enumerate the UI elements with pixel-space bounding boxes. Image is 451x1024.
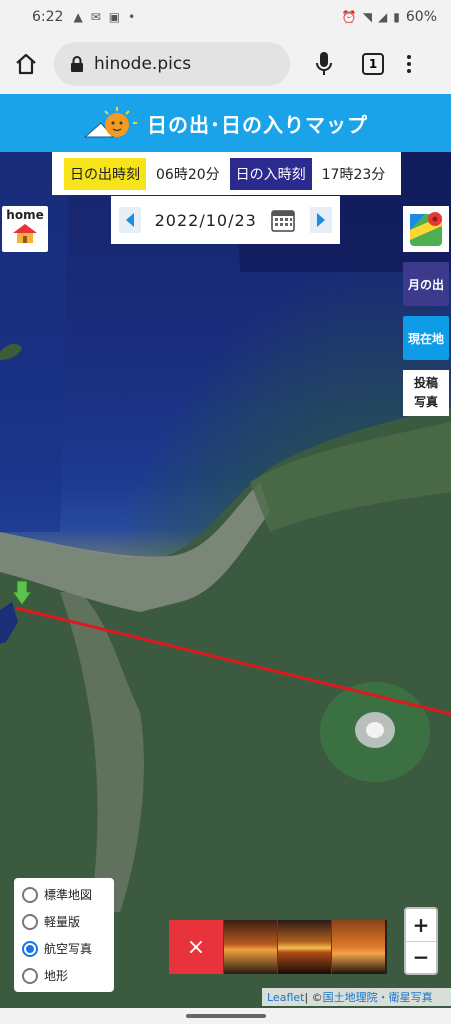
- menu-dot: [407, 69, 411, 73]
- location-marker-icon[interactable]: [12, 580, 32, 606]
- address-bar[interactable]: hinode.pics: [54, 42, 290, 86]
- post-photo-label-1: 投稿: [413, 375, 438, 390]
- gsi-link[interactable]: 国土地理院・衛星写真: [323, 989, 433, 1005]
- notification-icon: ▲: [73, 10, 83, 24]
- current-date[interactable]: 2022/10/23: [155, 211, 257, 230]
- radio-button[interactable]: [22, 913, 38, 930]
- layer-option-aerial[interactable]: 航空写真: [22, 940, 106, 957]
- home-label: home: [6, 208, 44, 222]
- signal-icon: ◢: [378, 10, 388, 24]
- menu-dot: [407, 62, 411, 66]
- browser-toolbar: hinode.pics 1: [0, 34, 451, 94]
- date-selector: 2022/10/23: [111, 196, 340, 244]
- post-photo-button[interactable]: 投稿 写真: [403, 370, 449, 416]
- dot-icon: •: [128, 10, 136, 24]
- browser-menu-button[interactable]: [406, 55, 412, 73]
- current-location-button[interactable]: 現在地: [403, 316, 449, 360]
- sunset-time: 17時23分: [321, 166, 386, 183]
- arrow-left-icon: [126, 213, 134, 227]
- layer-label: 標準地図: [44, 888, 93, 902]
- layer-option-light[interactable]: 軽量版: [22, 913, 106, 930]
- leaflet-link[interactable]: Leaflet: [267, 991, 304, 1004]
- site-title: 日の出･日の入りマップ: [147, 112, 368, 137]
- calendar-icon[interactable]: [270, 207, 296, 233]
- clock: 6:22: [32, 9, 64, 25]
- layer-label: 航空写真: [44, 942, 93, 956]
- photo-strip: ×: [169, 920, 387, 974]
- next-day-button[interactable]: [310, 207, 332, 233]
- photo-thumbnail[interactable]: [277, 920, 331, 974]
- lock-icon: [71, 56, 83, 72]
- radio-button[interactable]: [22, 967, 38, 984]
- house-icon: [13, 224, 37, 243]
- map-layer-selector: 標準地図 軽量版 航空写真 地形: [14, 878, 114, 992]
- map-attribution: Leaflet | © 国土地理院・衛星写真: [262, 988, 451, 1006]
- sunrise-time: 06時20分: [156, 166, 220, 183]
- site-home-button[interactable]: home: [2, 206, 48, 252]
- google-maps-button[interactable]: [403, 206, 449, 252]
- voice-search-button[interactable]: [312, 50, 336, 78]
- zoom-in-button[interactable]: +: [406, 909, 436, 942]
- menu-dot: [407, 55, 411, 59]
- wifi-icon: ◥: [362, 10, 373, 24]
- sun-times-bar: 日の出時刻 06時20分 日の入時刻 17時23分: [52, 152, 402, 195]
- radio-button-selected[interactable]: [22, 940, 38, 957]
- layer-option-terrain[interactable]: 地形: [22, 967, 106, 984]
- radio-button[interactable]: [22, 886, 38, 903]
- google-maps-icon: [410, 212, 442, 246]
- post-photo-label-2: 写真: [413, 395, 438, 409]
- battery-icon: ▮: [393, 10, 400, 24]
- system-icons: ⏰ ◥ ◢ ▮ 60%: [342, 9, 437, 25]
- sunrise-label: 日の出時刻: [64, 157, 146, 190]
- sunset-label: 日の入時刻: [229, 157, 312, 190]
- status-bar: 6:22 ▲ ✉ ▣ • ⏰ ◥ ◢ ▮ 60%: [0, 0, 451, 34]
- microphone-icon: [316, 52, 332, 75]
- layer-label: 地形: [44, 969, 69, 983]
- sun-mountain-logo-icon: [83, 107, 137, 138]
- mail-icon: ✉: [90, 10, 101, 24]
- browser-home-button[interactable]: [12, 50, 40, 78]
- zoom-control: + −: [404, 907, 438, 975]
- layer-label: 軽量版: [44, 915, 81, 929]
- photo-thumbnail[interactable]: [331, 920, 385, 974]
- close-photo-strip-button[interactable]: ×: [169, 920, 223, 974]
- system-nav-bar: [0, 1008, 451, 1024]
- moonrise-button[interactable]: 月の出: [403, 262, 449, 306]
- image-icon: ▣: [108, 10, 121, 24]
- tab-switcher-button[interactable]: 1: [362, 53, 384, 75]
- arrow-right-icon: [317, 213, 325, 227]
- gesture-handle[interactable]: [185, 1014, 266, 1018]
- home-icon: [16, 53, 36, 75]
- site-header[interactable]: 日の出･日の入りマップ: [0, 94, 451, 152]
- notification-icons: ▲ ✉ ▣ •: [73, 10, 135, 24]
- battery-level: 60%: [405, 9, 437, 25]
- zoom-out-button[interactable]: −: [406, 942, 436, 974]
- prev-day-button[interactable]: [119, 207, 141, 233]
- attribution-separator: | ©: [304, 990, 323, 1004]
- alarm-icon: ⏰: [341, 10, 357, 24]
- url-text: hinode.pics: [94, 54, 192, 74]
- photo-thumbnail[interactable]: [223, 920, 277, 974]
- layer-option-standard[interactable]: 標準地図: [22, 886, 106, 903]
